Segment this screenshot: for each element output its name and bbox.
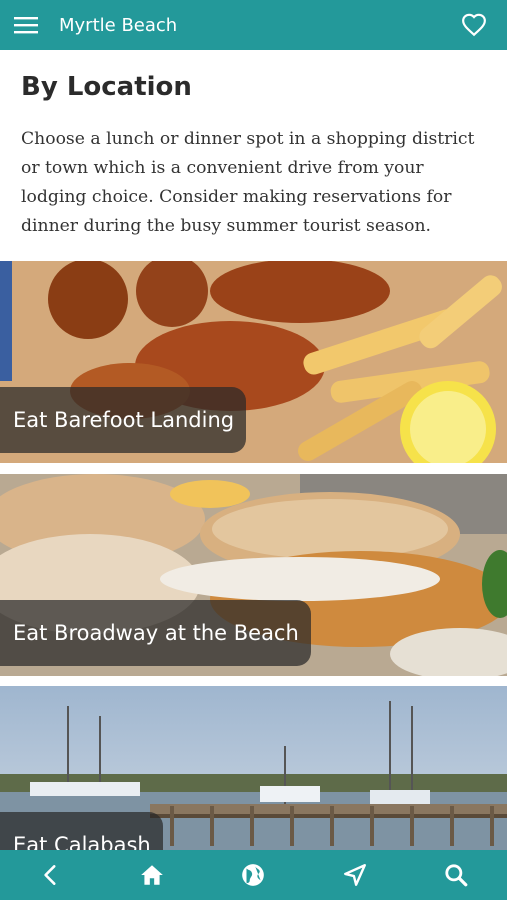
card-broadway-at-the-beach[interactable]: Eat Broadway at the Beach [0,474,507,676]
globe-icon[interactable] [229,851,277,899]
top-app-bar: Myrtle Beach [0,0,507,50]
card-barefoot-landing[interactable]: Eat Barefoot Landing [0,261,507,463]
app-title: Myrtle Beach [59,14,178,36]
card-calabash[interactable]: Eat Calabash [0,686,507,850]
heart-icon[interactable] [461,12,487,38]
navigate-icon[interactable] [331,851,379,899]
content-area[interactable]: By Location Choose a lunch or dinner spo… [0,50,507,850]
bottom-nav-bar [0,850,507,900]
back-arrow-icon[interactable] [27,851,75,899]
card-label: Eat Broadway at the Beach [0,600,311,666]
intro-text: Choose a lunch or dinner spot in a shopp… [21,129,475,236]
card-label: Eat Calabash [0,812,163,850]
card-label: Eat Barefoot Landing [0,387,247,453]
hamburger-menu-icon[interactable] [1,0,51,50]
page-title: By Location [21,72,192,102]
home-icon[interactable] [128,851,176,899]
search-icon[interactable] [432,851,480,899]
